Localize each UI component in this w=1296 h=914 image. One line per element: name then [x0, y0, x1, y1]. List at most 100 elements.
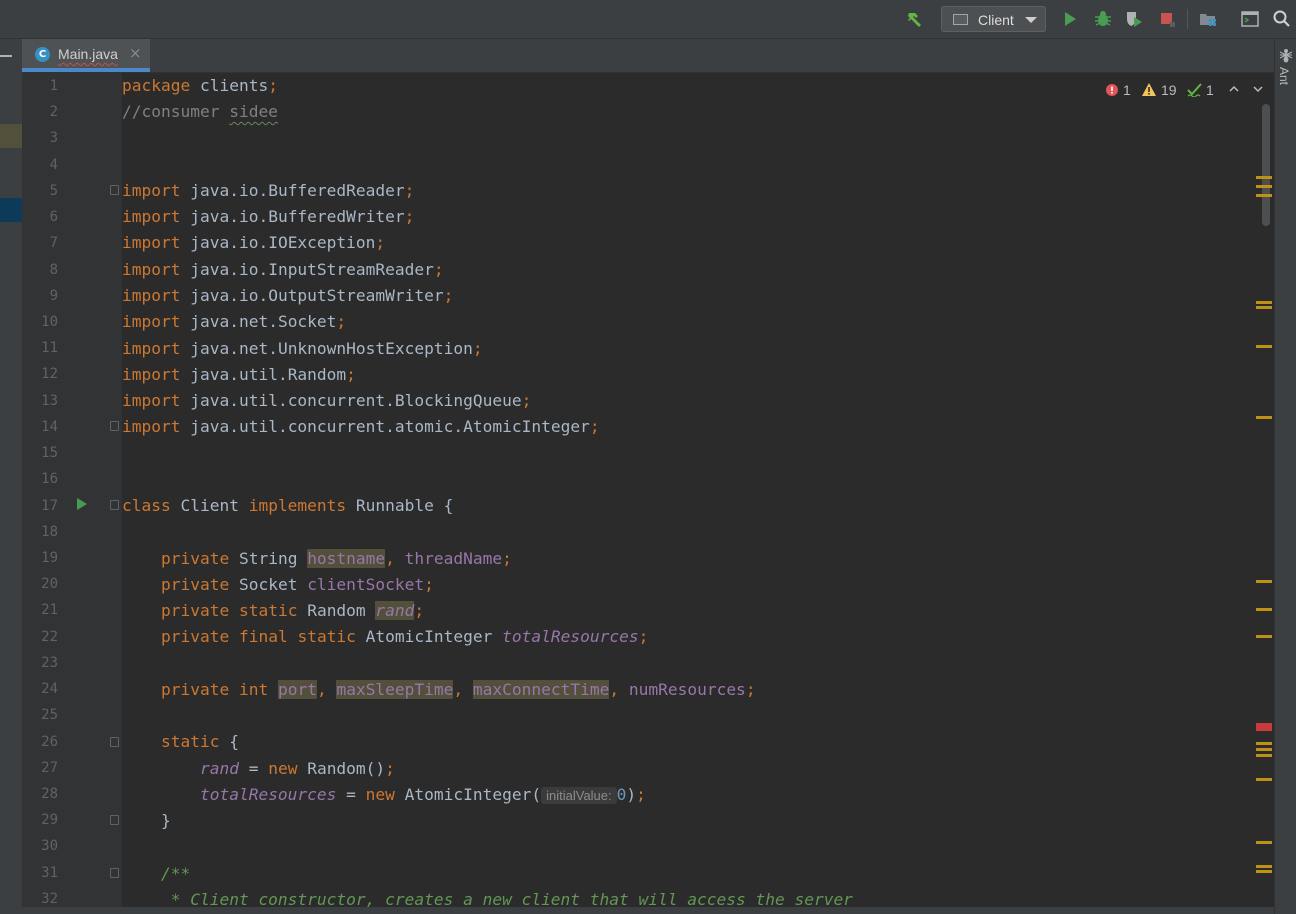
line-number: 21: [41, 602, 58, 618]
close-icon[interactable]: ×: [129, 44, 142, 62]
java-class-icon: C: [35, 47, 50, 62]
line-number: 8: [49, 262, 58, 278]
line-number: 6: [49, 209, 58, 225]
line-number: 24: [41, 681, 58, 697]
warning-stripe-mark[interactable]: [1256, 580, 1272, 583]
fold-marker[interactable]: [110, 737, 119, 747]
doc-comment-line: /**: [160, 864, 191, 883]
import-line: import java.io.OutputStreamWriter;: [122, 286, 454, 305]
warning-stripe-mark[interactable]: [1256, 185, 1272, 188]
next-highlight-icon[interactable]: [1252, 80, 1264, 100]
stop-icon[interactable]: [1157, 9, 1177, 29]
minimize-icon[interactable]: [0, 55, 12, 57]
warning-stripe-mark[interactable]: [1256, 194, 1272, 197]
import-line: import java.net.UnknownHostException;: [122, 339, 483, 358]
ant-panel-tab[interactable]: Ant: [1277, 67, 1295, 107]
code-line: package clients;: [122, 76, 278, 95]
project-structure-icon[interactable]: [1198, 9, 1218, 29]
warning-stripe-mark[interactable]: [1256, 778, 1272, 781]
line-number: 9: [49, 288, 58, 304]
warning-stripe-mark[interactable]: [1256, 306, 1272, 309]
fold-marker[interactable]: [110, 185, 119, 195]
code-line: }: [160, 811, 171, 830]
import-line: import java.util.concurrent.BlockingQueu…: [122, 391, 532, 410]
import-line: import java.io.BufferedWriter;: [122, 207, 415, 226]
code-line: //consumer sidee: [122, 102, 278, 121]
line-number: 25: [41, 707, 58, 723]
field-line: private int port, maxSleepTime, maxConne…: [160, 680, 756, 699]
typo-count: 1: [1206, 82, 1214, 98]
import-line: import java.util.concurrent.atomic.Atomi…: [122, 417, 600, 436]
warning-stripe-mark[interactable]: [1256, 748, 1272, 751]
warning-stripe-mark[interactable]: [1256, 865, 1272, 868]
search-icon[interactable]: [1272, 9, 1292, 29]
line-number: 31: [41, 865, 58, 881]
import-line: import java.io.InputStreamReader;: [122, 260, 444, 279]
previous-highlight-icon[interactable]: [1228, 80, 1240, 100]
warning-icon: [1142, 80, 1156, 100]
tab-main-java[interactable]: C Main.java ×: [22, 39, 150, 72]
run-config-icon: [953, 14, 968, 25]
toolbar-divider: [1187, 9, 1188, 29]
import-line: import java.io.BufferedReader;: [122, 181, 415, 200]
ant-icon[interactable]: [1279, 47, 1293, 67]
warning-stripe-mark[interactable]: [1256, 176, 1272, 179]
warning-stripe-mark[interactable]: [1256, 841, 1272, 844]
horizontal-scrollbar-area: [22, 907, 1274, 914]
import-line: import java.io.IOException;: [122, 233, 386, 252]
warning-stripe-mark[interactable]: [1256, 416, 1272, 419]
static-block-line: static {: [160, 732, 239, 751]
editor-tab-bar: C Main.java ×: [22, 39, 1274, 73]
line-number: 23: [41, 655, 58, 671]
line-number: 12: [41, 366, 58, 382]
warning-stripe-mark[interactable]: [1256, 754, 1272, 757]
tab-label: Main.java: [58, 46, 118, 62]
left-tool-strip: [0, 39, 23, 914]
line-number: 1: [49, 78, 58, 94]
line-number: 20: [41, 576, 58, 592]
line-number: 2: [49, 104, 58, 120]
warning-stripe-mark[interactable]: [1256, 635, 1272, 638]
fold-marker[interactable]: [110, 868, 119, 878]
line-number: 13: [41, 393, 58, 409]
terminal-icon[interactable]: [1240, 9, 1260, 29]
import-line: import java.util.Random;: [122, 365, 356, 384]
error-stripe-mark[interactable]: [1256, 723, 1272, 731]
warning-stripe-mark[interactable]: [1256, 742, 1272, 745]
line-number: 7: [49, 235, 58, 251]
code-line: rand = new Random();: [199, 759, 395, 778]
run-config-label: Client: [978, 12, 1014, 28]
line-number: 17: [41, 498, 58, 514]
warning-stripe-mark[interactable]: [1256, 870, 1272, 873]
line-number: 3: [49, 130, 58, 146]
warning-stripe-mark[interactable]: [1256, 608, 1272, 611]
hammer-icon[interactable]: [906, 9, 926, 29]
fold-marker[interactable]: [110, 500, 119, 510]
code-editor[interactable]: package clients; //consumer sidee import…: [122, 73, 1263, 909]
chevron-down-icon: [1025, 17, 1037, 23]
vertical-scrollbar[interactable]: [1262, 104, 1270, 226]
field-line: private static Random rand;: [160, 601, 425, 620]
coverage-icon[interactable]: [1124, 9, 1144, 29]
run-configuration-select[interactable]: Client: [941, 6, 1046, 32]
typo-word: sidee: [229, 102, 278, 121]
typo-icon: [1187, 80, 1203, 100]
line-number: 16: [41, 471, 58, 487]
line-number: 5: [49, 183, 58, 199]
ant-panel-label: Ant: [1277, 67, 1291, 86]
warning-stripe-mark[interactable]: [1256, 301, 1272, 304]
error-icon: [1106, 80, 1118, 100]
import-line: import java.net.Socket;: [122, 312, 347, 331]
field-line: private final static AtomicInteger total…: [160, 627, 649, 646]
warning-stripe-mark[interactable]: [1256, 345, 1272, 348]
warning-count: 19: [1161, 82, 1177, 98]
line-number: 18: [41, 524, 58, 540]
fold-marker[interactable]: [110, 421, 119, 431]
debug-icon[interactable]: [1093, 9, 1113, 29]
line-number: 28: [41, 786, 58, 802]
run-gutter-icon[interactable]: [77, 498, 87, 510]
run-icon[interactable]: [1060, 9, 1080, 29]
code-line: totalResources = new AtomicInteger(initi…: [199, 785, 646, 804]
fold-marker[interactable]: [110, 815, 119, 825]
main-toolbar: Client: [0, 0, 1296, 39]
